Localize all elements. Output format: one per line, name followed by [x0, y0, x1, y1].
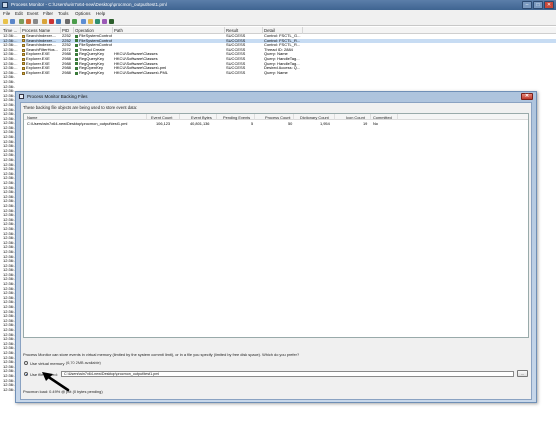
virtual-memory-available: (6,70 2MB available): [66, 360, 101, 365]
col-operation[interactable]: Operation: [75, 28, 94, 33]
autoscroll-icon[interactable]: [26, 19, 31, 24]
registry-activity-icon[interactable]: [81, 19, 86, 24]
include-process-icon[interactable]: [56, 19, 61, 24]
process-icon: [22, 43, 25, 47]
menu-bar: File Edit Event Filter Tools Options Hel…: [0, 10, 556, 17]
process-activity-icon[interactable]: [102, 19, 107, 24]
menu-file[interactable]: File: [3, 11, 10, 16]
virtual-memory-label[interactable]: Use virtual memory: [30, 361, 64, 366]
filter-icon[interactable]: [42, 19, 47, 24]
highlight-icon[interactable]: [49, 19, 54, 24]
clear-icon[interactable]: [33, 19, 38, 24]
backing-files-header: Name Event Count Event Bytes Pending Eve…: [24, 114, 528, 120]
bf-committed: No: [373, 121, 378, 126]
network-activity-icon[interactable]: [95, 19, 100, 24]
bf-name: C:\Users\win7x64-new\Desktop\procmon_out…: [27, 121, 128, 126]
save-icon[interactable]: [10, 19, 15, 24]
bf-col-icon-count[interactable]: Icon Count: [346, 115, 365, 120]
bf-col-committed[interactable]: Committed: [373, 115, 392, 120]
process-icon: [22, 57, 25, 61]
bf-process-count: 50: [288, 121, 293, 126]
use-file-radio[interactable]: [24, 372, 28, 376]
find-icon[interactable]: [65, 19, 70, 24]
col-pid[interactable]: PID: [62, 28, 69, 33]
col-path[interactable]: Path: [114, 28, 123, 33]
column-headers: Time ... Process Name PID Operation Path…: [0, 27, 556, 34]
dialog-close-button[interactable]: ✕: [521, 93, 533, 100]
menu-tools[interactable]: Tools: [58, 11, 69, 16]
process-icon: [22, 62, 25, 66]
dialog-app-icon: [19, 94, 24, 99]
bf-col-pending-events[interactable]: Pending Events: [223, 115, 250, 120]
window-title: Process Monitor - C:\Users\win7x64-new\D…: [11, 2, 167, 7]
operation-icon: [75, 48, 78, 52]
virtual-memory-radio[interactable]: [24, 361, 28, 365]
menu-options[interactable]: Options: [75, 11, 91, 16]
toolbar: [0, 17, 556, 26]
bf-col-name[interactable]: Name: [27, 115, 37, 120]
dialog-title: Process Monitor Backing Files: [27, 94, 88, 99]
app-icon: [2, 2, 8, 8]
operation-icon: [75, 34, 78, 38]
bf-col-event-count[interactable]: Event Count: [151, 115, 172, 120]
file-activity-icon[interactable]: [88, 19, 93, 24]
menu-edit[interactable]: Edit: [15, 11, 23, 16]
annotation-arrow: [42, 372, 70, 392]
process-icon: [22, 48, 25, 52]
bf-event-count: 106,123: [156, 121, 171, 126]
bf-dictionary-count: 1,954: [320, 121, 330, 126]
title-bar[interactable]: Process Monitor - C:\Users\win7x64-new\D…: [0, 0, 556, 10]
operation-icon: [75, 62, 78, 66]
close-button[interactable]: ✕: [544, 1, 554, 9]
col-result[interactable]: Result: [226, 28, 238, 33]
dialog-body: These backing file objects are being use…: [20, 102, 532, 400]
bf-event-bytes: 40,801,136: [190, 121, 210, 126]
bf-pending-events: 5: [251, 121, 254, 126]
col-process-name[interactable]: Process Name: [22, 28, 50, 33]
process-icon: [22, 66, 25, 70]
operation-icon: [75, 53, 78, 57]
operation-icon: [75, 43, 78, 47]
process-icon: [22, 34, 25, 38]
capture-icon[interactable]: [19, 19, 24, 24]
bf-col-process-count[interactable]: Process Count: [265, 115, 291, 120]
jump-icon[interactable]: [72, 19, 77, 24]
operation-icon: [75, 71, 78, 75]
operation-icon: [75, 66, 78, 70]
backing-files-table[interactable]: Name Event Count Event Bytes Pending Eve…: [23, 113, 529, 338]
col-time[interactable]: Time ...: [3, 28, 17, 33]
operation-icon: [75, 57, 78, 61]
maximize-button[interactable]: □: [533, 1, 543, 9]
bf-col-event-bytes[interactable]: Event Bytes: [191, 115, 212, 120]
process-icon: [22, 39, 25, 43]
browse-button[interactable]: ...: [517, 370, 528, 377]
backing-file-row[interactable]: C:\Users\win7x64-new\Desktop\procmon_out…: [24, 121, 528, 126]
operation-icon: [75, 39, 78, 43]
menu-event[interactable]: Event: [27, 11, 39, 16]
bf-col-dictionary-count[interactable]: Dictionary Count: [300, 115, 329, 120]
backing-files-dialog: Process Monitor Backing Files ✕ These ba…: [15, 91, 537, 403]
process-icon: [22, 53, 25, 57]
menu-filter[interactable]: Filter: [43, 11, 53, 16]
dialog-description: These backing file objects are being use…: [23, 105, 138, 110]
file-path-input[interactable]: [61, 371, 514, 377]
process-icon: [22, 71, 25, 75]
col-detail[interactable]: Detail: [264, 28, 275, 33]
menu-help[interactable]: Help: [96, 11, 105, 16]
storage-note: Process Monitor can store events in virt…: [23, 352, 300, 357]
minimize-button[interactable]: –: [522, 1, 532, 9]
open-icon[interactable]: [3, 19, 8, 24]
profiling-activity-icon[interactable]: [109, 19, 114, 24]
bf-icon-count: 19: [363, 121, 368, 126]
dialog-title-bar[interactable]: Process Monitor Backing Files ✕: [16, 92, 536, 101]
